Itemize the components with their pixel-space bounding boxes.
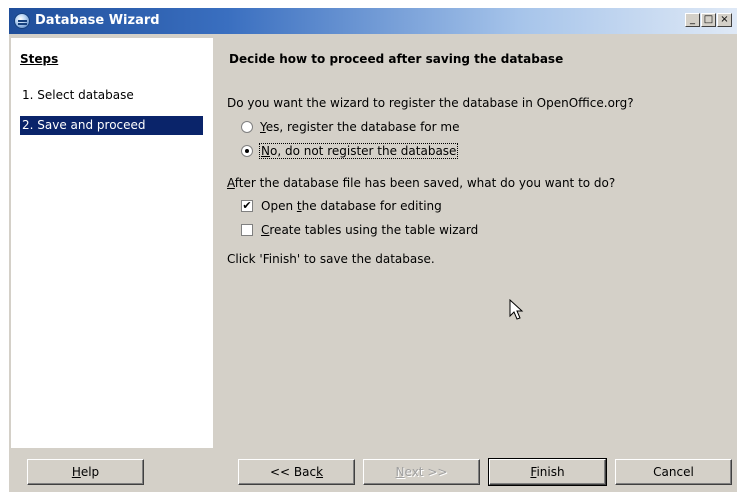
after-save-question: After the database file has been saved, … bbox=[227, 176, 616, 190]
register-no-label[interactable]: No, do not register the database bbox=[258, 143, 459, 159]
create-tables-label[interactable]: Create tables using the table wizard bbox=[261, 223, 478, 237]
steps-heading: Steps bbox=[20, 52, 59, 66]
database-wizard-window: Database Wizard _ □ × Steps 1. Select da… bbox=[8, 7, 737, 492]
minimize-button[interactable]: _ bbox=[685, 13, 700, 27]
open-for-editing-label[interactable]: Open the database for editing bbox=[261, 199, 442, 213]
cancel-button[interactable]: Cancel bbox=[615, 459, 732, 485]
button-bar: Help << Back Next >> Finish Cancel bbox=[11, 450, 736, 491]
register-yes-radio[interactable] bbox=[241, 121, 253, 133]
window-title: Database Wizard bbox=[35, 13, 160, 28]
create-tables-option[interactable]: Create tables using the table wizard bbox=[241, 223, 478, 237]
step-save-and-proceed[interactable]: 2. Save and proceed bbox=[20, 116, 203, 135]
register-no-radio[interactable] bbox=[241, 145, 253, 157]
finish-note: Click 'Finish' to save the database. bbox=[227, 252, 435, 266]
page-title: Decide how to proceed after saving the d… bbox=[229, 52, 564, 66]
help-button[interactable]: Help bbox=[27, 459, 144, 485]
open-for-editing-option[interactable]: ✔ Open the database for editing bbox=[241, 199, 442, 213]
step-select-database[interactable]: 1. Select database bbox=[20, 86, 203, 105]
maximize-button[interactable]: □ bbox=[701, 13, 716, 27]
register-yes-option[interactable]: Yes, register the database for me bbox=[241, 120, 459, 134]
back-button[interactable]: << Back bbox=[238, 459, 355, 485]
steps-panel: Steps 1. Select database 2. Save and pro… bbox=[11, 38, 213, 448]
openoffice-icon bbox=[14, 13, 30, 29]
close-button[interactable]: × bbox=[717, 13, 732, 27]
register-yes-label[interactable]: Yes, register the database for me bbox=[260, 120, 459, 134]
title-bar[interactable]: Database Wizard _ □ × bbox=[9, 8, 737, 34]
mouse-cursor-icon bbox=[509, 299, 524, 320]
register-no-option[interactable]: No, do not register the database bbox=[241, 143, 459, 159]
create-tables-checkbox[interactable] bbox=[241, 224, 253, 236]
finish-button[interactable]: Finish bbox=[488, 458, 607, 486]
open-for-editing-checkbox[interactable]: ✔ bbox=[241, 200, 253, 212]
next-button[interactable]: Next >> bbox=[363, 459, 480, 485]
main-panel: Decide how to proceed after saving the d… bbox=[227, 38, 732, 448]
register-question: Do you want the wizard to register the d… bbox=[227, 96, 634, 110]
